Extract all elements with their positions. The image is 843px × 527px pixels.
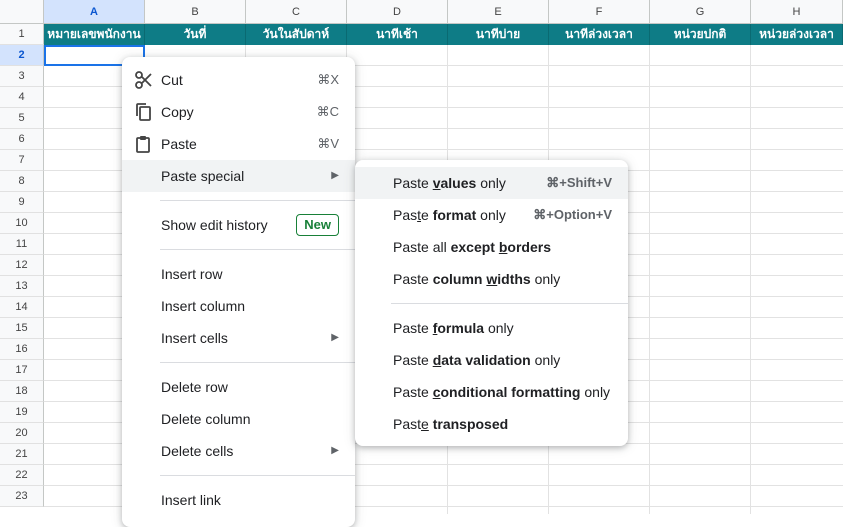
header-cell-e1[interactable]: นาทีบ่าย: [448, 24, 549, 45]
paste-formula-only-label: Paste formula only: [393, 320, 514, 336]
column-header-c[interactable]: C: [246, 0, 347, 24]
delete-cells-label: Delete cells: [161, 443, 234, 459]
row-header-2[interactable]: 2: [0, 45, 44, 66]
scissors-icon: [135, 71, 152, 89]
row-header-16[interactable]: 16: [0, 339, 44, 360]
column-header-d[interactable]: D: [347, 0, 448, 24]
insert-row-label: Insert row: [161, 266, 223, 282]
column-header-g[interactable]: G: [650, 0, 751, 24]
cut-label: Cut: [161, 72, 183, 88]
submenu-item-paste-format-only[interactable]: Paste format only ⌘+Option+V: [355, 199, 628, 231]
header-cell-g1[interactable]: หน่วยปกติ: [650, 24, 751, 45]
paste-shortcut: ⌘V: [317, 136, 339, 151]
paste-special-label: Paste special: [161, 168, 245, 184]
row-header-9[interactable]: 9: [0, 192, 44, 213]
row-header-11[interactable]: 11: [0, 234, 44, 255]
row-header-5[interactable]: 5: [0, 108, 44, 129]
row-header-3[interactable]: 3: [0, 66, 44, 87]
paste-all-except-borders-label: Paste all except borders: [393, 239, 551, 255]
menu-item-delete-column[interactable]: Delete column: [122, 403, 355, 435]
submenu-item-paste-formula-only[interactable]: Paste formula only: [355, 312, 628, 344]
submenu-item-paste-values-only[interactable]: Paste values only ⌘+Shift+V: [355, 167, 628, 199]
submenu-item-paste-data-validation-only[interactable]: Paste data validation only: [355, 344, 628, 376]
row-header-17[interactable]: 17: [0, 360, 44, 381]
column-header-e[interactable]: E: [448, 0, 549, 24]
paste-transposed-label: Paste transposed: [393, 416, 509, 432]
new-badge: New: [296, 214, 339, 236]
column-header-b[interactable]: B: [145, 0, 246, 24]
row-header-10[interactable]: 10: [0, 213, 44, 234]
header-cell-c1[interactable]: วันในสัปดาห์: [246, 24, 347, 45]
row-header-18[interactable]: 18: [0, 381, 44, 402]
row-header-23[interactable]: 23: [0, 486, 44, 507]
row-header-21[interactable]: 21: [0, 444, 44, 465]
menu-divider: [160, 249, 355, 250]
paste-format-shortcut: ⌘+Option+V: [533, 207, 612, 222]
submenu-arrow-icon: ▶: [331, 445, 339, 456]
paste-special-submenu: Paste values only ⌘+Shift+V Paste format…: [355, 160, 628, 446]
row-header-15[interactable]: 15: [0, 318, 44, 339]
paste-data-validation-only-label: Paste data validation only: [393, 352, 561, 368]
paste-values-shortcut: ⌘+Shift+V: [546, 175, 612, 190]
submenu-item-paste-column-widths-only[interactable]: Paste column widths only: [355, 263, 628, 295]
header-cell-d1[interactable]: นาทีเช้า: [347, 24, 448, 45]
menu-item-show-edit-history[interactable]: Show edit history New: [122, 209, 355, 241]
header-cell-h1[interactable]: หน่วยล่วงเวลา: [751, 24, 843, 45]
row-header-22[interactable]: 22: [0, 465, 44, 486]
copy-icon: [136, 103, 151, 121]
header-cell-f1[interactable]: นาทีล่วงเวลา: [549, 24, 650, 45]
show-edit-history-label: Show edit history: [161, 217, 268, 233]
header-cell-a1[interactable]: หมายเลขพนักงาน: [44, 24, 145, 45]
menu-item-insert-cells[interactable]: Insert cells ▶: [122, 322, 355, 354]
delete-row-label: Delete row: [161, 379, 228, 395]
insert-cells-label: Insert cells: [161, 330, 228, 346]
menu-item-delete-cells[interactable]: Delete cells ▶: [122, 435, 355, 467]
menu-item-delete-row[interactable]: Delete row: [122, 371, 355, 403]
row-header-12[interactable]: 12: [0, 255, 44, 276]
cut-shortcut: ⌘X: [317, 72, 339, 87]
paste-label: Paste: [161, 136, 197, 152]
row-header-20[interactable]: 20: [0, 423, 44, 444]
menu-item-insert-column[interactable]: Insert column: [122, 290, 355, 322]
column-header-h[interactable]: H: [751, 0, 843, 24]
paste-column-widths-only-label: Paste column widths only: [393, 271, 561, 287]
column-header-f[interactable]: F: [549, 0, 650, 24]
insert-link-label: Insert link: [161, 492, 221, 508]
row-header-6[interactable]: 6: [0, 129, 44, 150]
submenu-item-paste-all-except-borders[interactable]: Paste all except borders: [355, 231, 628, 263]
menu-divider: [160, 200, 355, 201]
row-header-7[interactable]: 7: [0, 150, 44, 171]
row-header-14[interactable]: 14: [0, 297, 44, 318]
context-menu: Cut ⌘X Copy ⌘C Paste ⌘V Paste special ▶ …: [122, 57, 355, 527]
row-header-13[interactable]: 13: [0, 276, 44, 297]
submenu-item-paste-conditional-formatting-only[interactable]: Paste conditional formatting only: [355, 376, 628, 408]
row-header-19[interactable]: 19: [0, 402, 44, 423]
row-header-4[interactable]: 4: [0, 87, 44, 108]
submenu-arrow-icon: ▶: [331, 170, 339, 181]
select-all-corner[interactable]: [0, 0, 44, 24]
delete-column-label: Delete column: [161, 411, 251, 427]
clipboard-icon: [136, 136, 150, 153]
paste-conditional-formatting-only-label: Paste conditional formatting only: [393, 384, 611, 400]
submenu-arrow-icon: ▶: [331, 332, 339, 343]
menu-item-insert-row[interactable]: Insert row: [122, 258, 355, 290]
submenu-divider: [391, 303, 628, 304]
paste-format-only-label: Paste format only: [393, 207, 506, 223]
column-header-a[interactable]: A: [44, 0, 145, 24]
menu-item-insert-link[interactable]: Insert link: [122, 484, 355, 516]
row-header-1[interactable]: 1: [0, 24, 44, 45]
menu-item-paste[interactable]: Paste ⌘V: [122, 128, 355, 160]
paste-values-only-label: Paste values only: [393, 175, 506, 191]
menu-divider: [160, 475, 355, 476]
row-header-8[interactable]: 8: [0, 171, 44, 192]
menu-item-paste-special[interactable]: Paste special ▶: [122, 160, 355, 192]
copy-shortcut: ⌘C: [316, 104, 339, 119]
insert-column-label: Insert column: [161, 298, 246, 314]
menu-divider: [160, 362, 355, 363]
copy-label: Copy: [161, 104, 194, 120]
menu-item-copy[interactable]: Copy ⌘C: [122, 96, 355, 128]
header-cell-b1[interactable]: วันที่: [145, 24, 246, 45]
submenu-item-paste-transposed[interactable]: Paste transposed: [355, 408, 628, 440]
menu-item-cut[interactable]: Cut ⌘X: [122, 64, 355, 96]
